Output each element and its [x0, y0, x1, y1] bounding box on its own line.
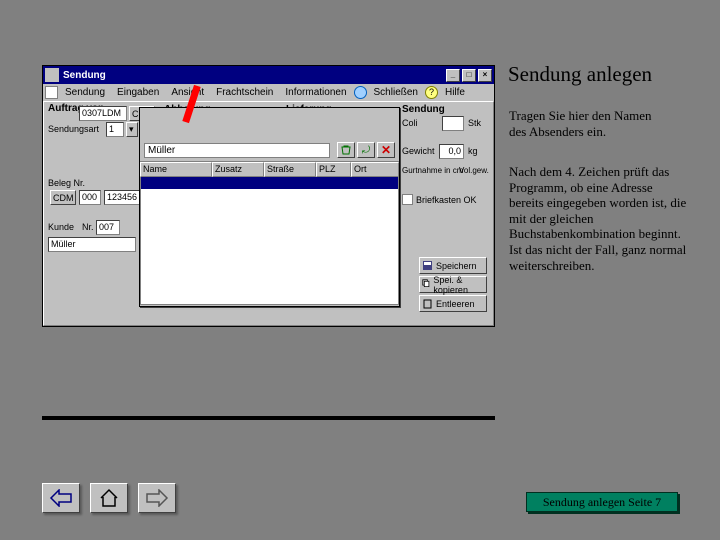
briefkasten-checkbox[interactable] [402, 194, 413, 205]
entleeren-button[interactable]: Entleeren [419, 295, 487, 312]
clear-icon [422, 298, 433, 309]
spei-kopieren-button[interactable]: Spei. & kopieren [419, 276, 487, 293]
auftrag-input[interactable]: 0307LDM [79, 106, 127, 121]
lookup-input[interactable]: Müller [144, 143, 330, 158]
help-icon[interactable]: ? [425, 86, 438, 99]
popup-add-button[interactable] [337, 142, 355, 158]
col-name[interactable]: Name [140, 162, 212, 177]
maximize-button[interactable]: □ [462, 69, 476, 82]
label-briefkasten: Briefkasten OK [416, 195, 477, 205]
label-stk: Stk [468, 118, 481, 128]
footer-badge: Sendung anlegen Seite 7 [526, 492, 678, 512]
label-sendungsart: Sendungsart [48, 124, 99, 134]
close-button[interactable]: × [478, 69, 492, 82]
nav-home-button[interactable] [90, 483, 128, 513]
arrow-circle-icon: ⤾ [362, 145, 370, 156]
lookup-list[interactable] [140, 177, 399, 305]
label-kunde: Kunde [48, 222, 74, 232]
x-icon: ✕ [381, 143, 391, 157]
instruction-paragraph-1: Tragen Sie hier den Namen des Absenders … [509, 108, 664, 139]
gewicht-input[interactable]: 0,0 [439, 144, 464, 159]
menu-sendung[interactable]: Sendung [60, 86, 110, 99]
n000-input[interactable]: 000 [79, 190, 101, 205]
instruction-paragraph-2: Nach dem 4. Zeichen prüft das Programm, … [509, 164, 689, 273]
menu-icon [45, 86, 58, 99]
col-strasse[interactable]: Straße [264, 162, 316, 177]
label-nr: Nr. [82, 222, 94, 232]
label-gewicht: Gewicht [402, 146, 435, 156]
n123456-input[interactable]: 123456 [104, 190, 144, 205]
label-sendung: Sendung [402, 104, 445, 115]
divider-line [42, 416, 495, 420]
left-arrow-icon [49, 489, 73, 507]
lookup-popup: Müller ⤾ ✕ Name Zusatz Straße PLZ Ort [139, 107, 400, 307]
label-gurtnahme: Gurtnahme in cm [402, 166, 463, 175]
app-icon [45, 68, 59, 82]
menu-schliessen[interactable]: Schließen [369, 86, 423, 99]
col-zusatz[interactable]: Zusatz [212, 162, 264, 177]
cdm2-button[interactable]: CDM [50, 190, 76, 205]
label-volgew: Vol.gew. [459, 166, 489, 175]
floppy-icon [422, 260, 433, 271]
lookup-selected-row[interactable] [141, 177, 398, 189]
right-arrow-icon [145, 489, 169, 507]
nav-prev-button[interactable] [42, 483, 80, 513]
titlebar: Sendung _ □ × [43, 66, 494, 84]
menu-frachtschein[interactable]: Frachtschein [211, 86, 278, 99]
recycle-icon [340, 144, 352, 156]
window-title: Sendung [63, 70, 106, 81]
spei-kopieren-label: Spei. & kopieren [433, 275, 484, 295]
lookup-headers: Name Zusatz Straße PLZ Ort [140, 162, 399, 177]
sendungsart-input[interactable]: 1 [106, 122, 124, 137]
nav-next-button[interactable] [138, 483, 176, 513]
home-icon [98, 488, 120, 508]
popup-top: Müller ⤾ ✕ [140, 108, 399, 162]
popup-cancel-button[interactable]: ✕ [377, 142, 395, 158]
globe-icon[interactable] [354, 86, 367, 99]
minimize-button[interactable]: _ [446, 69, 460, 82]
page-heading: Sendung anlegen [508, 62, 652, 87]
label-beleg-nr: Beleg Nr. [48, 178, 85, 188]
menu-hilfe[interactable]: Hilfe [440, 86, 470, 99]
speichern-label: Speichern [436, 261, 477, 271]
kunde-name-input[interactable]: Müller [48, 237, 136, 252]
entleeren-label: Entleeren [436, 299, 475, 309]
label-kg: kg [468, 146, 478, 156]
popup-accept-button[interactable]: ⤾ [357, 142, 375, 158]
coli-input[interactable] [442, 116, 464, 131]
label-coli: Coli [402, 118, 418, 128]
red-annotation-slash [182, 85, 200, 125]
speichern-button[interactable]: Speichern [419, 257, 487, 274]
sendungsart-dropdown[interactable]: ▾ [126, 122, 138, 137]
nav-bar [42, 483, 176, 513]
menu-eingaben[interactable]: Eingaben [112, 86, 164, 99]
menubar: Sendung Eingaben Ansicht Frachtschein In… [43, 84, 494, 101]
col-plz[interactable]: PLZ [316, 162, 351, 177]
nr-input[interactable]: 007 [96, 220, 120, 235]
menu-informationen[interactable]: Informationen [280, 86, 351, 99]
copy-icon [422, 279, 430, 290]
col-ort[interactable]: Ort [351, 162, 399, 177]
